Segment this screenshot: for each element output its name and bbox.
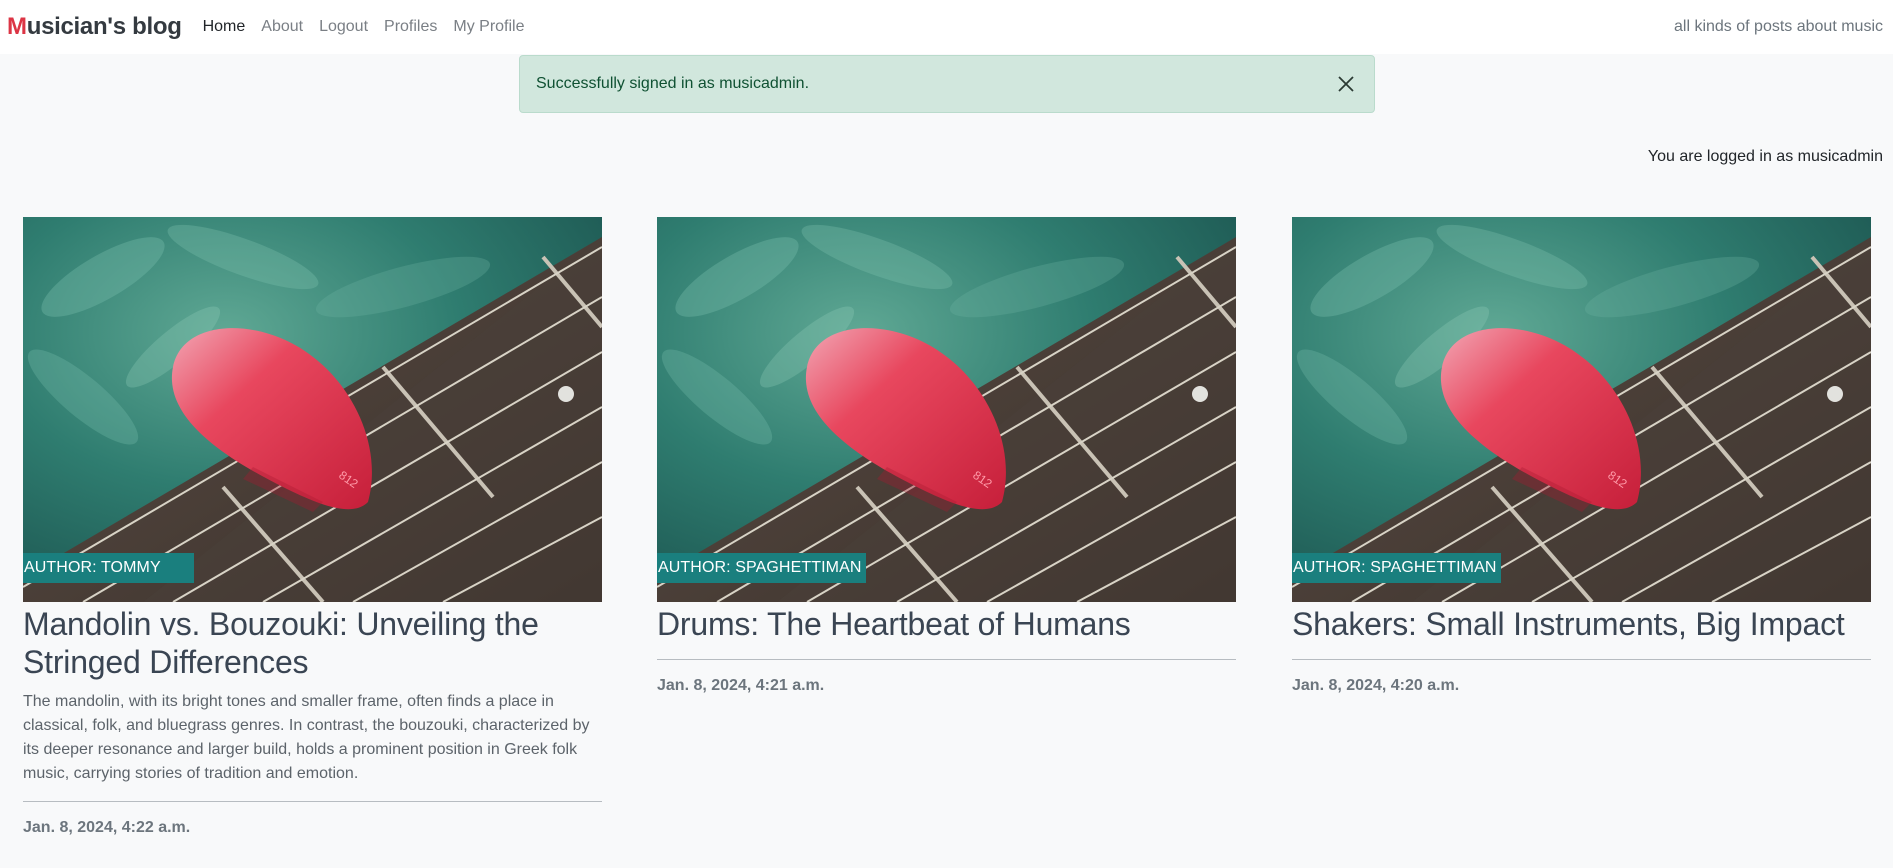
nav-my-profile[interactable]: My Profile	[445, 18, 532, 36]
logged-in-status: You are logged in as musicadmin	[1647, 148, 1883, 165]
post-date: Jan. 8, 2024, 4:22 a.m.	[23, 819, 191, 836]
navbar: Musician's blog Home About Logout Profil…	[0, 0, 1893, 54]
guitar-pick-photo	[657, 217, 1236, 602]
post-card: AUTHOR: TOMMY Mandolin vs. Bouzouki: Unv…	[23, 217, 602, 837]
post-excerpt: The mandolin, with its bright tones and …	[23, 693, 590, 782]
guitar-pick-photo	[1292, 217, 1871, 602]
post-date: Jan. 8, 2024, 4:20 a.m.	[1292, 677, 1460, 694]
brand-initial: M	[7, 13, 27, 40]
brand-logo[interactable]: Musician's blog	[7, 13, 182, 41]
post-divider	[23, 801, 602, 802]
nav-logout[interactable]: Logout	[311, 18, 376, 36]
post-divider	[657, 659, 1236, 660]
post-date: Jan. 8, 2024, 4:21 a.m.	[657, 677, 825, 694]
post-title[interactable]: Shakers: Small Instruments, Big Impact	[1292, 605, 1871, 643]
post-image[interactable]: AUTHOR: SPAGHETTIMAN	[1292, 217, 1871, 602]
nav-links: Home About Logout Profiles My Profile	[195, 18, 533, 36]
nav-home[interactable]: Home	[195, 18, 254, 36]
author-badge: AUTHOR: SPAGHETTIMAN	[657, 553, 866, 583]
guitar-pick-photo	[23, 217, 602, 602]
close-icon[interactable]	[1334, 72, 1358, 96]
post-card: AUTHOR: SPAGHETTIMAN Drums: The Heartbea…	[657, 217, 1236, 695]
post-card: AUTHOR: SPAGHETTIMAN Shakers: Small Inst…	[1292, 217, 1871, 695]
site-tagline: all kinds of posts about music	[1674, 18, 1883, 35]
brand-text: usician's blog	[26, 13, 182, 40]
nav-profiles[interactable]: Profiles	[376, 18, 445, 36]
author-badge: AUTHOR: SPAGHETTIMAN	[1292, 553, 1501, 583]
nav-about[interactable]: About	[253, 18, 311, 36]
post-title[interactable]: Drums: The Heartbeat of Humans	[657, 605, 1236, 643]
post-image[interactable]: AUTHOR: SPAGHETTIMAN	[657, 217, 1236, 602]
author-badge: AUTHOR: TOMMY	[23, 553, 194, 583]
alert-message: Successfully signed in as musicadmin.	[536, 75, 810, 92]
post-title[interactable]: Mandolin vs. Bouzouki: Unveiling the Str…	[23, 605, 602, 681]
post-divider	[1292, 659, 1871, 660]
success-alert: Successfully signed in as musicadmin.	[519, 55, 1375, 113]
post-image[interactable]: AUTHOR: TOMMY	[23, 217, 602, 602]
